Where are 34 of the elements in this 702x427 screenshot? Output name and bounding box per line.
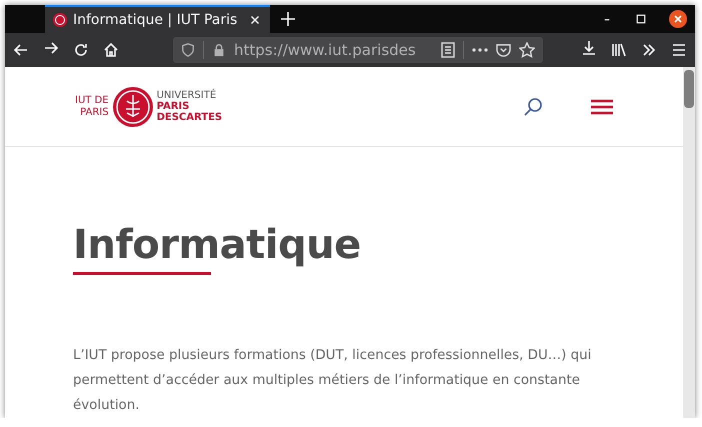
forward-arrow-icon[interactable] bbox=[43, 40, 59, 56]
close-icon bbox=[673, 14, 683, 24]
logo-text: PARIS bbox=[79, 106, 109, 118]
library-icon[interactable] bbox=[611, 42, 627, 58]
logo-text: UNIVERSITÉ bbox=[156, 90, 218, 101]
university-seal-icon bbox=[112, 86, 153, 126]
search-icon[interactable] bbox=[523, 96, 543, 116]
back-arrow-icon[interactable] bbox=[13, 42, 29, 58]
browser-tab[interactable]: Informatique | IUT Paris bbox=[45, 5, 270, 33]
scrollbar[interactable] bbox=[683, 67, 695, 418]
shield-icon bbox=[181, 43, 195, 57]
university-logo[interactable]: IUT DE PARIS UNIVERSITÉ PARIS DESCARTES bbox=[75, 86, 222, 126]
menu-icon[interactable] bbox=[591, 98, 613, 114]
menu-icon[interactable] bbox=[671, 42, 687, 58]
home-icon[interactable] bbox=[103, 42, 119, 58]
tab-title: Informatique | IUT Paris bbox=[73, 12, 238, 28]
address-bar[interactable]: https://www.iut.parisdes bbox=[173, 37, 543, 63]
page-heading: Informatique bbox=[73, 222, 361, 268]
university-seal-icon bbox=[53, 13, 67, 27]
intro-paragraph: L’IUT propose plusieurs formations (DUT, licences professionnelles, DU…) qui permettent d’accéder aux multiples métiers de l’informatique en constante évolution. bbox=[73, 347, 592, 415]
more-icon[interactable] bbox=[472, 48, 488, 52]
close-window-button[interactable] bbox=[669, 10, 687, 28]
reader-view-icon[interactable] bbox=[441, 42, 455, 58]
lock-icon bbox=[212, 43, 226, 57]
star-icon[interactable] bbox=[519, 42, 535, 58]
chevrons-icon[interactable] bbox=[641, 42, 657, 58]
pocket-icon[interactable] bbox=[496, 43, 511, 57]
reload-icon[interactable] bbox=[73, 42, 89, 58]
logo-text: PARIS bbox=[156, 101, 190, 112]
maximize-icon[interactable] bbox=[635, 13, 647, 25]
download-icon[interactable] bbox=[581, 40, 597, 56]
logo-text: DESCARTES bbox=[156, 112, 222, 123]
logo-text: IUT DE bbox=[75, 94, 109, 106]
url-text: https://www.iut.parisdes bbox=[234, 41, 417, 59]
